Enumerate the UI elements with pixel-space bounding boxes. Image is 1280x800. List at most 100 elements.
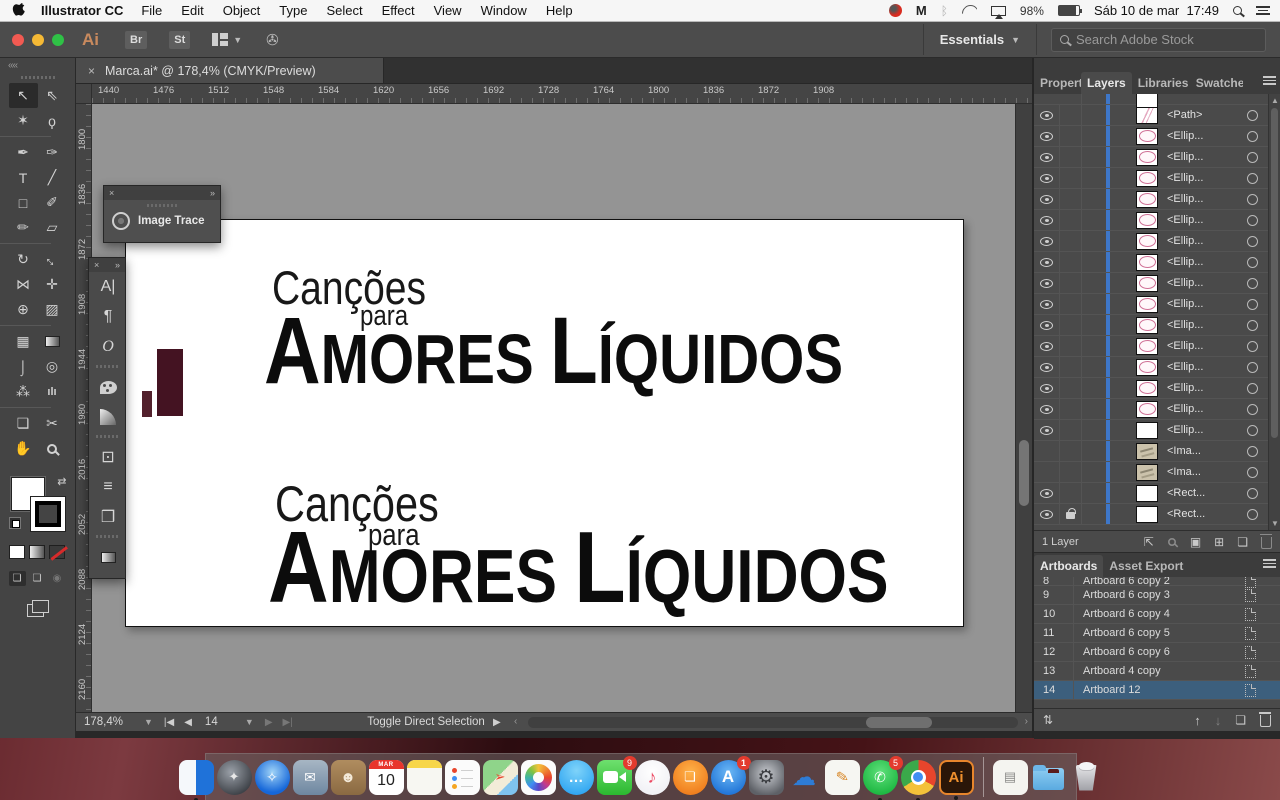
dock-item[interactable]: 9 <box>597 760 632 795</box>
visibility-cell[interactable] <box>1034 504 1060 524</box>
dock-item[interactable]: Ai <box>939 760 974 795</box>
next-artboard-button[interactable]: ▶ <box>260 717 278 728</box>
dock-item[interactable]: A 1 <box>711 760 746 795</box>
adobe-stock-search[interactable] <box>1051 28 1266 52</box>
layer-row[interactable]: <Ellip... <box>1034 273 1280 294</box>
visibility-cell[interactable] <box>1034 210 1060 230</box>
artboard-name[interactable]: Artboard 12 <box>1074 684 1245 696</box>
tool-button[interactable]: ╱ <box>38 165 67 190</box>
layer-thumbnail[interactable] <box>1136 212 1158 229</box>
artboard-name[interactable]: Artboard 6 copy 2 <box>1074 577 1245 587</box>
close-window-button[interactable] <box>12 34 24 46</box>
layer-thumbnail[interactable] <box>1136 485 1158 502</box>
artboard-name[interactable]: Artboard 4 copy <box>1074 665 1245 677</box>
layer-thumbnail[interactable] <box>1136 191 1158 208</box>
layer-label[interactable]: <Ellip... <box>1167 340 1247 352</box>
artboard-name[interactable]: Artboard 6 copy 4 <box>1074 608 1245 620</box>
layer-label[interactable]: <Rect... <box>1167 508 1247 520</box>
layer-row[interactable]: <Ellip... <box>1034 294 1280 315</box>
menu-item[interactable]: Select <box>326 3 362 18</box>
eye-icon[interactable] <box>1040 510 1053 519</box>
menu-item[interactable]: Object <box>223 3 261 18</box>
tool-button[interactable]: ❏ <box>9 411 38 436</box>
layer-thumbnail[interactable] <box>1136 107 1158 124</box>
tool-button[interactable]: ▨ <box>38 297 67 322</box>
layer-label[interactable]: <Ellip... <box>1167 193 1247 205</box>
visibility-cell[interactable] <box>1034 378 1060 398</box>
image-trace-label[interactable]: Image Trace <box>138 215 204 227</box>
artboard-14[interactable]: Canções para AMORES LÍQUIDOS Canções par… <box>125 219 964 627</box>
lock-icon[interactable] <box>1066 512 1075 519</box>
target-circle-icon[interactable] <box>1247 236 1258 247</box>
eye-icon[interactable] <box>1040 216 1053 225</box>
malwarebytes-icon[interactable]: M <box>916 3 927 18</box>
eye-icon[interactable] <box>1040 258 1053 267</box>
airplay-icon[interactable] <box>991 6 1006 16</box>
eye-icon[interactable] <box>1040 426 1053 435</box>
logo-bar-small[interactable] <box>142 391 152 417</box>
tool-button[interactable] <box>38 329 67 354</box>
scrollbar-thumb[interactable] <box>1019 440 1029 506</box>
new-artboard-icon[interactable]: ❏ <box>1235 713 1246 727</box>
tools-grip[interactable] <box>21 76 55 79</box>
layer-thumbnail[interactable] <box>1136 422 1158 439</box>
search-input[interactable] <box>1076 32 1236 47</box>
layer-row[interactable]: <Rect... <box>1034 483 1280 504</box>
first-artboard-button[interactable]: |◀ <box>159 717 179 728</box>
layer-thumbnail[interactable] <box>1136 275 1158 292</box>
layer-thumbnail[interactable] <box>1136 401 1158 418</box>
target-circle-icon[interactable] <box>1247 446 1258 457</box>
collapsed-panel-icon[interactable]: ≡ <box>89 472 127 502</box>
layer-row[interactable]: <Ellip... <box>1034 168 1280 189</box>
move-up-icon[interactable]: ↑ <box>1194 713 1201 728</box>
tool-button[interactable] <box>38 436 67 461</box>
logo-bar-big[interactable] <box>157 349 183 416</box>
collapsed-panel-icon[interactable]: ¶ <box>89 302 127 332</box>
target-circle-icon[interactable] <box>1247 152 1258 163</box>
new-sublayer-icon[interactable]: ⊞ <box>1214 535 1224 549</box>
draw-inside-button[interactable]: ◉ <box>49 571 66 586</box>
target-circle-icon[interactable] <box>1247 320 1258 331</box>
target-circle-icon[interactable] <box>1247 488 1258 499</box>
tool-button[interactable]: ✐ <box>38 190 67 215</box>
lock-cell[interactable] <box>1060 168 1082 188</box>
lock-cell[interactable] <box>1060 336 1082 356</box>
lock-cell[interactable] <box>1060 462 1082 482</box>
locate-object-icon[interactable] <box>1168 538 1176 546</box>
panel-tab[interactable]: Artboards <box>1034 555 1103 577</box>
layer-thumbnail[interactable] <box>1136 338 1158 355</box>
target-circle-icon[interactable] <box>1247 425 1258 436</box>
visibility-cell[interactable] <box>1034 357 1060 377</box>
lock-cell[interactable] <box>1060 252 1082 272</box>
tool-button[interactable]: ▱ <box>38 215 67 240</box>
target-circle-icon[interactable] <box>1247 383 1258 394</box>
dock-item[interactable]: ▤ <box>993 760 1028 795</box>
target-circle-icon[interactable] <box>1247 404 1258 415</box>
tool-button[interactable]: ✋ <box>9 436 38 461</box>
horizontal-scrollbar[interactable] <box>528 717 1018 728</box>
layer-label[interactable]: <Ima... <box>1167 466 1247 478</box>
layer-label[interactable]: <Ellip... <box>1167 403 1247 415</box>
eye-icon[interactable] <box>1040 342 1053 351</box>
visibility-cell[interactable] <box>1034 441 1060 461</box>
tool-button[interactable]: T <box>9 165 38 190</box>
visibility-cell[interactable] <box>1034 252 1060 272</box>
layer-row[interactable]: <Ellip... <box>1034 357 1280 378</box>
dock-item[interactable]: ☁ <box>787 760 822 795</box>
eye-icon[interactable] <box>1040 279 1053 288</box>
artboard-page-icon[interactable] <box>1245 665 1256 678</box>
menu-item[interactable]: Help <box>546 3 573 18</box>
artboard-number-field[interactable]: 14 <box>197 716 239 728</box>
gpu-performance-icon[interactable]: ✇ <box>266 31 279 49</box>
lock-cell[interactable] <box>1060 105 1082 125</box>
layer-label[interactable]: <Ellip... <box>1167 277 1247 289</box>
tool-button[interactable]: ✒ <box>9 140 38 165</box>
dock-item[interactable] <box>1069 760 1104 795</box>
eye-icon[interactable] <box>1040 195 1053 204</box>
lock-cell[interactable] <box>1060 441 1082 461</box>
layer-label[interactable]: <Path> <box>1167 109 1247 121</box>
dock-item[interactable] <box>901 760 936 795</box>
dock-item[interactable]: ♪ <box>635 760 670 795</box>
tool-button[interactable]: ◎ <box>38 354 67 379</box>
vertical-scrollbar[interactable] <box>1015 104 1032 712</box>
